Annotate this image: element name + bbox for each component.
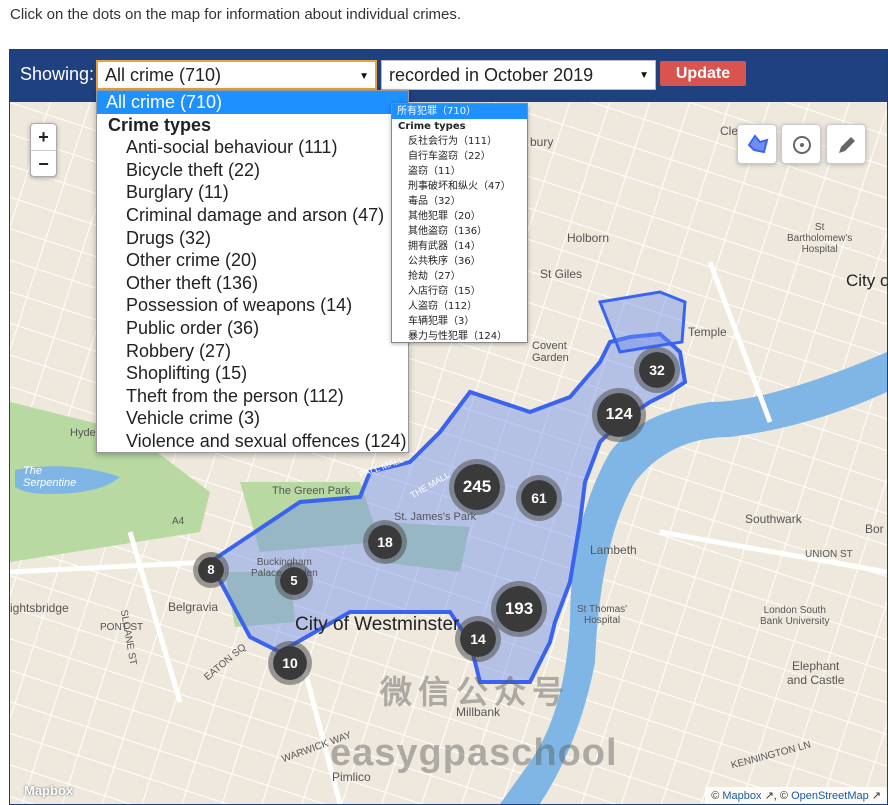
dropdown-option[interactable]: Robbery (27) <box>97 340 408 363</box>
dropdown-zh-option[interactable]: 抢劫（27） <box>392 269 527 284</box>
crime-type-select-value: All crime (710) <box>105 65 222 85</box>
label-knightsbridge: ightsbridge <box>10 601 69 615</box>
update-button[interactable]: Update <box>660 61 746 86</box>
openstreetmap-link[interactable]: OpenStreetMap <box>791 790 869 802</box>
crime-cluster[interactable]: 8 <box>193 552 229 588</box>
label-st-thomas-hospital: St Thomas' Hospital <box>577 604 628 626</box>
polygon-draw-icon <box>747 134 769 154</box>
label-st-james-park: St. James's Park <box>394 511 477 523</box>
pencil-edit-button[interactable] <box>826 124 866 164</box>
polygon-draw-button[interactable] <box>737 124 777 164</box>
label-elephant-and-castle: Elephant and Castle <box>787 659 845 687</box>
mapbox-link[interactable]: Mapbox <box>722 790 761 802</box>
label-the-green-park: The Green Park <box>272 485 351 497</box>
dropdown-zh-option[interactable]: 暴力与性犯罪（124） <box>392 329 527 344</box>
label-lsbu: London South Bank University <box>760 605 830 627</box>
crime-cluster[interactable]: 14 <box>455 616 501 662</box>
crime-type-dropdown: All crime (710) Crime types Anti-social … <box>96 90 409 453</box>
dropdown-zh-option[interactable]: 反社会行为（111） <box>392 134 527 149</box>
dropdown-zh-option[interactable]: 毒品（32） <box>392 194 527 209</box>
map-attribution: © Mapbox ↗, © OpenStreetMap ↗ <box>705 787 887 804</box>
circle-draw-icon <box>793 136 811 154</box>
label-covent-garden: Covent Garden <box>532 340 569 364</box>
label-clerkenwell: Cle <box>720 124 739 138</box>
dropdown-option[interactable]: Other theft (136) <box>97 272 408 295</box>
dropdown-zh-option[interactable]: 刑事破坏和纵火（47） <box>392 179 527 194</box>
dropdown-zh-option[interactable]: 拥有武器（14） <box>392 239 527 254</box>
attribution-suffix: ↗ <box>868 790 881 802</box>
attribution-mid: ↗, © <box>761 790 792 802</box>
label-temple: Temple <box>688 325 727 339</box>
crime-cluster[interactable]: 10 <box>268 641 312 685</box>
watermark-en: easygpaschool <box>330 732 618 774</box>
crime-cluster[interactable]: 245 <box>449 459 505 515</box>
dropdown-option[interactable]: Drugs (32) <box>97 227 408 250</box>
dropdown-zh-option[interactable]: 盗窃（11） <box>392 164 527 179</box>
dropdown-option[interactable]: Bicycle theft (22) <box>97 159 408 182</box>
dropdown-option[interactable]: Shoplifting (15) <box>97 362 408 385</box>
crime-cluster[interactable]: 61 <box>516 475 562 521</box>
label-borough: Bor <box>865 522 884 536</box>
label-hyde: Hyde <box>70 427 96 439</box>
crime-type-dropdown-translated: 所有犯罪（710） Crime types 反社会行为（111） 自行车盗窃（2… <box>391 103 528 343</box>
showing-label: Showing: <box>20 64 95 84</box>
crime-type-select[interactable]: All crime (710) ▼ <box>96 60 377 90</box>
select-arrow-icon: ▼ <box>639 70 649 81</box>
dropdown-option[interactable]: Public order (36) <box>97 317 408 340</box>
label-st-giles: St Giles <box>540 267 583 281</box>
label-city-of-london: City of <box>846 271 887 290</box>
mapbox-logo[interactable]: Mapbox <box>24 783 73 798</box>
label-lambeth: Lambeth <box>590 543 637 557</box>
dropdown-option[interactable]: Other crime (20) <box>97 249 408 272</box>
dropdown-option[interactable]: Possession of weapons (14) <box>97 294 408 317</box>
dropdown-zh-option[interactable]: 自行车盗窃（22） <box>392 149 527 164</box>
attribution-prefix: © <box>711 790 723 802</box>
label-pont-st: PONT ST <box>100 622 144 633</box>
crime-cluster[interactable]: 124 <box>592 388 646 442</box>
circle-draw-button[interactable] <box>781 124 821 164</box>
dropdown-zh-option[interactable]: 其他盗窃（136） <box>392 224 527 239</box>
label-bloomsbury: bury <box>530 135 554 149</box>
dropdown-zh-option[interactable]: 人盗窃（112） <box>392 299 527 314</box>
label-the-serpentine: The Serpentine <box>23 465 77 489</box>
dropdown-option[interactable]: Anti-social behaviour (111) <box>97 136 408 159</box>
watermark-cn: 微信公众号 <box>380 674 571 710</box>
dropdown-zh-option[interactable]: 车辆犯罪（3） <box>392 314 527 329</box>
dropdown-zh-option[interactable]: 入店行窃（15） <box>392 284 527 299</box>
zoom-control: + − <box>30 123 57 177</box>
period-select-value: recorded in October 2019 <box>389 65 594 85</box>
dropdown-option[interactable]: Criminal damage and arson (47) <box>97 204 408 227</box>
label-union-st: UNION ST <box>805 549 853 560</box>
dropdown-option[interactable]: Theft from the person (112) <box>97 385 408 408</box>
crime-cluster[interactable]: 32 <box>634 347 680 393</box>
crime-cluster[interactable]: 193 <box>491 581 547 637</box>
crime-cluster[interactable]: 5 <box>275 562 313 600</box>
dropdown-zh-option[interactable]: 其他犯罪（20） <box>392 209 527 224</box>
dropdown-option[interactable]: Vehicle crime (3) <box>97 407 408 430</box>
dropdown-zh-option-all[interactable]: 所有犯罪（710） <box>392 104 527 119</box>
period-select[interactable]: recorded in October 2019 ▼ <box>381 60 656 90</box>
pencil-edit-icon <box>839 137 855 153</box>
label-city-of-westminster: City of Westminster <box>295 614 460 635</box>
label-holborn: Holborn <box>567 231 610 245</box>
label-a4: A4 <box>172 516 185 527</box>
select-arrow-icon: ▼ <box>359 71 369 82</box>
dropdown-option[interactable]: Burglary (11) <box>97 181 408 204</box>
label-belgravia: Belgravia <box>168 600 219 614</box>
dropdown-zh-group-label: Crime types <box>398 121 466 132</box>
dropdown-group-label: Crime types <box>108 114 212 135</box>
dropdown-option-all-crime[interactable]: All crime (710) <box>97 91 408 114</box>
crime-cluster[interactable]: 18 <box>363 520 407 564</box>
label-st-bartholomews: St Bartholomew's Hospital <box>787 222 853 255</box>
intro-text: Click on the dots on the map for informa… <box>10 6 462 23</box>
zoom-in-button[interactable]: + <box>31 124 56 150</box>
label-southwark: Southwark <box>745 512 802 526</box>
dropdown-zh-option[interactable]: 公共秩序（36） <box>392 254 527 269</box>
dropdown-option[interactable]: Violence and sexual offences (124) <box>97 430 408 453</box>
zoom-out-button[interactable]: − <box>31 150 56 176</box>
